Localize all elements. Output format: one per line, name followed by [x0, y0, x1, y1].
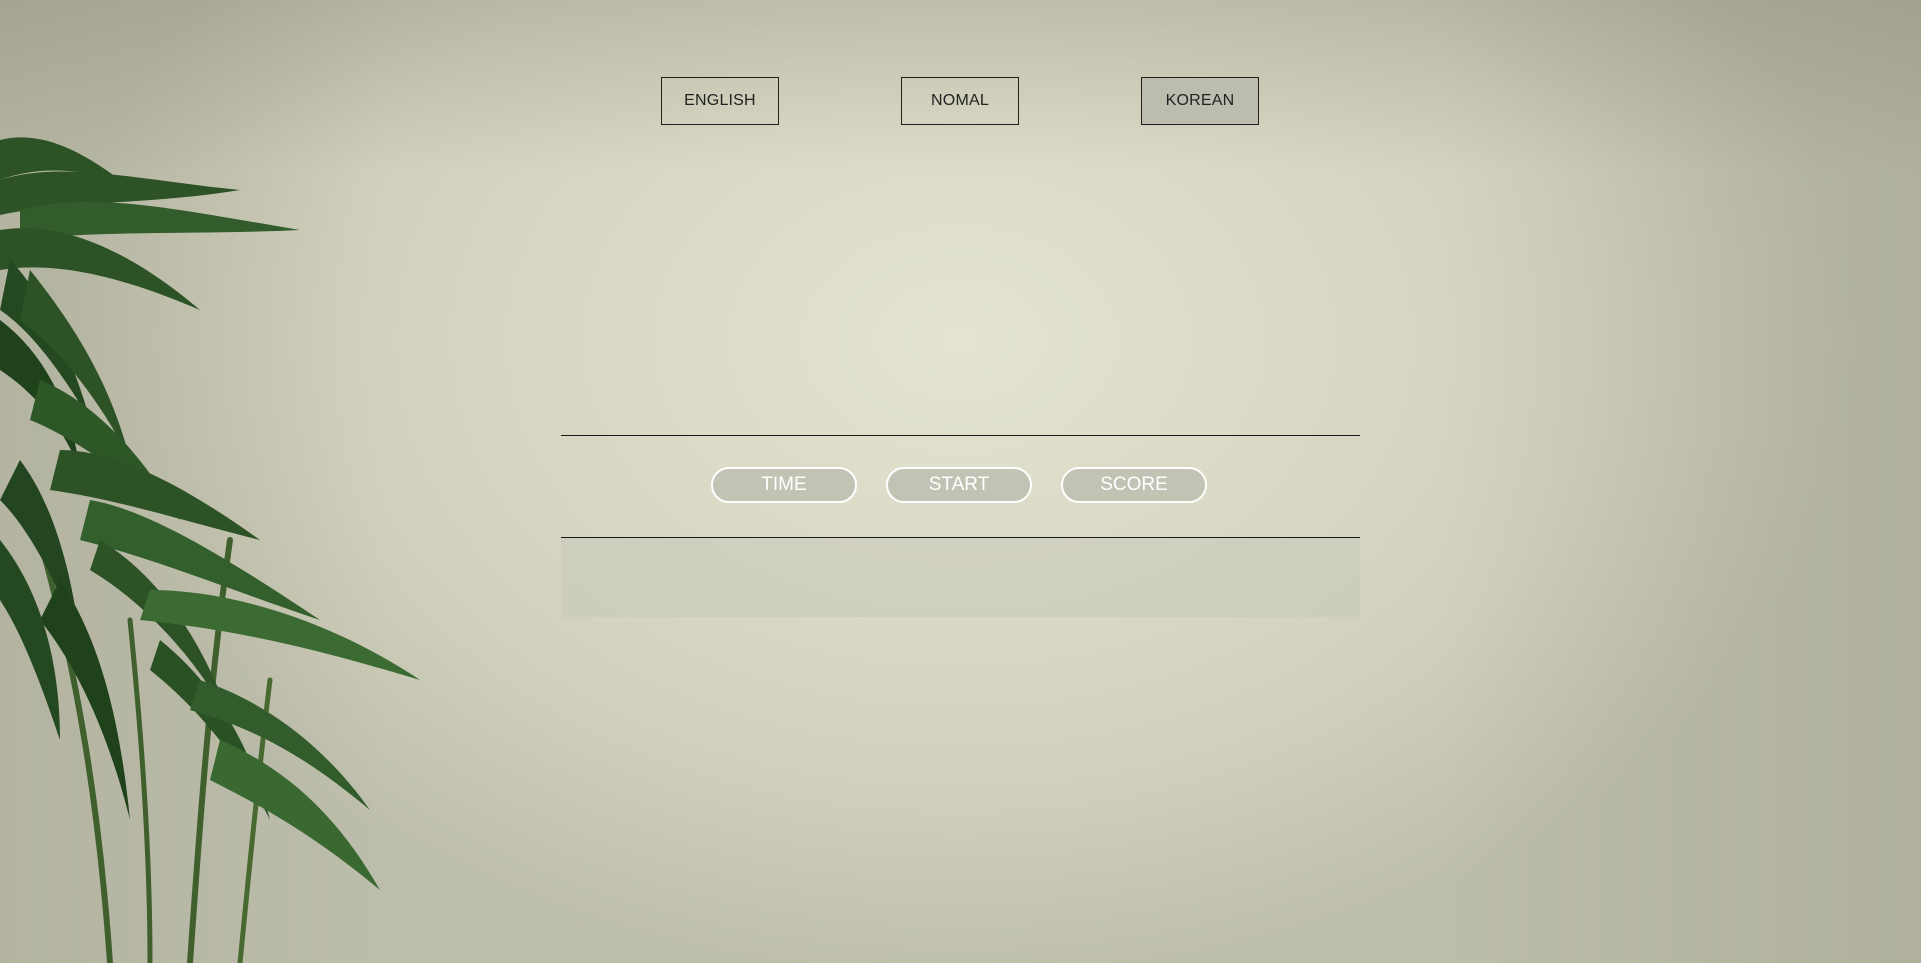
word-display — [561, 140, 1360, 435]
normal-mode-button[interactable]: NOMAL — [901, 77, 1019, 125]
korean-mode-button[interactable]: KOREAN — [1141, 77, 1259, 125]
score-button[interactable]: SCORE — [1061, 467, 1207, 503]
time-button[interactable]: TIME — [711, 467, 857, 503]
english-mode-button[interactable]: ENGLISH — [661, 77, 779, 125]
top-divider — [561, 435, 1360, 436]
start-button[interactable]: START — [886, 467, 1032, 503]
palm-plant-image — [0, 137, 420, 963]
typing-input[interactable] — [561, 538, 1360, 617]
game-screen: ENGLISH NOMAL KOREAN TIME START SCORE — [0, 0, 1921, 963]
